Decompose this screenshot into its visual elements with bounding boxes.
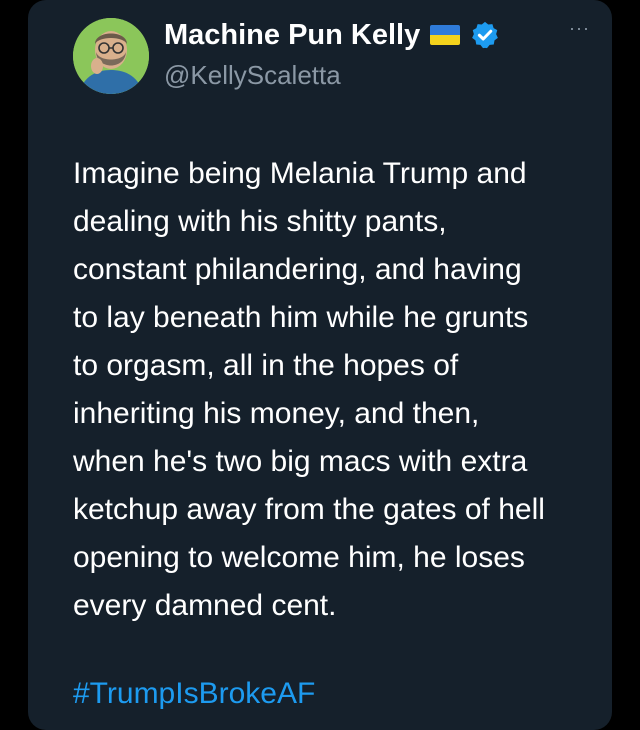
avatar[interactable] — [73, 18, 149, 94]
hashtag-link[interactable]: #TrumpIsBrokeAF — [73, 670, 315, 718]
tweet-line: dealing with his shitty pants, — [73, 205, 447, 238]
verified-badge-icon — [472, 21, 499, 49]
tweet-line: to orgasm, all in the hopes of — [73, 349, 459, 382]
display-name[interactable]: Machine Pun Kelly — [164, 19, 420, 52]
tweet-text: Imagine being Melania Trump and dealing … — [73, 150, 612, 630]
tweet-line: to lay beneath him while he grunts — [73, 301, 529, 334]
bearded-man-avatar-icon — [73, 18, 149, 94]
tweet-card: Machine Pun Kelly @KellyScaletta ··· Ima… — [28, 0, 612, 730]
tweet-line: every damned cent. — [73, 589, 337, 622]
tweet-line: inheriting his money, and then, — [73, 397, 480, 430]
tweet-line: when he's two big macs with extra — [73, 445, 528, 478]
author-name-row[interactable]: Machine Pun Kelly — [164, 16, 500, 54]
tweet-line: Imagine being Melania Trump and — [73, 157, 527, 190]
tweet-line: constant philandering, and having — [73, 253, 522, 286]
tweet-line: ketchup away from the gates of hell — [73, 493, 545, 526]
ukraine-flag-icon — [430, 25, 461, 45]
author-handle[interactable]: @KellyScaletta — [164, 60, 341, 91]
tweet-line: opening to welcome him, he loses — [73, 541, 525, 574]
more-options-icon[interactable]: ··· — [569, 18, 590, 39]
